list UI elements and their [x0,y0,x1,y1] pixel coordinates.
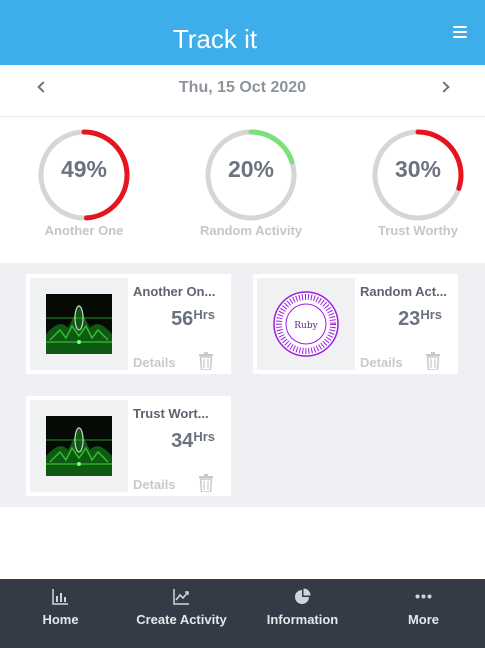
gauge-label: Trust Worthy [378,223,458,238]
activity-name: Another On... [133,284,216,299]
trash-icon[interactable] [425,352,441,370]
gauge-random-activity[interactable]: 20% Random Activity [200,125,302,238]
nav-more[interactable]: More [363,579,484,648]
dark-green-art-icon [46,294,112,354]
gauge-label: Another One [44,223,124,238]
app-header: Track it [0,0,485,65]
details-link[interactable]: Details [133,477,176,492]
activity-hours: 34Hrs [171,429,215,452]
gauge-percent: 30% [394,156,442,182]
gauge-label: Random Activity [199,223,303,238]
activity-thumbnail [30,278,128,370]
activity-hours: 56Hrs [171,307,215,330]
bottom-navigation: Home Create Activity Information More [0,579,485,648]
activity-cards: Another On... 56Hrs Details Ruby Random … [0,263,485,507]
date-navigator: Thu, 15 Oct 2020 [0,65,485,117]
nav-label: Create Activity [136,612,227,627]
nav-label: More [407,612,440,627]
activity-card[interactable]: Ruby Random Act... 23Hrs Details [253,274,458,374]
nav-home[interactable]: Home [0,579,121,648]
progress-gauges: 49% Another One 20% Random Activity 30% … [0,117,485,262]
details-link[interactable]: Details [360,355,403,370]
more-dots-icon [415,594,432,599]
activity-thumbnail: Ruby [257,278,355,370]
gauge-trust-worthy[interactable]: 30% Trust Worthy [368,125,468,238]
hamburger-menu-icon[interactable] [453,26,467,38]
nav-information[interactable]: Information [242,579,363,648]
nav-label: Information [266,612,339,627]
gauge-percent: 49% [60,156,108,182]
activity-card[interactable]: Trust Wort... 34Hrs Details [26,396,231,496]
nav-label: Home [42,612,79,627]
pie-chart-icon [295,588,311,604]
trash-icon[interactable] [198,474,214,492]
ruby-logo-icon: Ruby [273,291,339,357]
activity-name: Random Act... [360,284,447,299]
activity-name: Trust Wort... [133,406,209,421]
activity-card[interactable]: Another On... 56Hrs Details [26,274,231,374]
gauge-another-one[interactable]: 49% Another One [34,125,134,238]
app-title: Track it [172,24,258,54]
current-date: Thu, 15 Oct 2020 [178,79,307,96]
ruby-logo-text: Ruby [294,321,318,331]
gauge-percent: 20% [227,156,275,182]
line-chart-icon [173,589,189,605]
activity-hours: 23Hrs [398,307,442,330]
dark-green-art-icon [46,416,112,476]
nav-create-activity[interactable]: Create Activity [121,579,242,648]
bar-chart-icon [52,589,68,605]
activity-thumbnail [30,400,128,492]
trash-icon[interactable] [198,352,214,370]
details-link[interactable]: Details [133,355,176,370]
